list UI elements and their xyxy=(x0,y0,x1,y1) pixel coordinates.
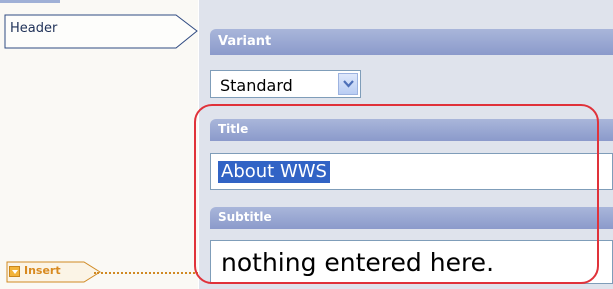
variant-section-header: Variant xyxy=(210,29,613,55)
insert-arrow-icon xyxy=(9,266,20,277)
title-section-header: Title xyxy=(210,119,613,141)
insert-button[interactable]: Insert xyxy=(6,261,106,283)
variant-selected-value: Standard xyxy=(220,76,293,95)
properties-pane: Variant Standard Title About WWS Subtitl… xyxy=(199,0,613,289)
subtitle-field[interactable]: nothing entered here. xyxy=(210,240,613,284)
title-section-label: Title xyxy=(218,122,249,136)
subtitle-field-value: nothing entered here. xyxy=(221,248,495,277)
subtitle-section-header: Subtitle xyxy=(210,207,613,229)
insert-label: Insert xyxy=(24,264,61,277)
subtitle-section-label: Subtitle xyxy=(218,210,272,224)
insert-connector-line xyxy=(94,272,198,274)
variant-dropdown-button[interactable] xyxy=(338,73,358,95)
pane-top-accent xyxy=(0,0,60,3)
variant-section-label: Variant xyxy=(218,34,272,49)
header-tab-label: Header xyxy=(10,21,58,36)
variant-select[interactable]: Standard xyxy=(210,70,361,98)
insert-row: Insert xyxy=(6,261,198,283)
component-tree-pane: Header Insert xyxy=(0,0,198,289)
header-component-tab[interactable]: Header xyxy=(4,14,199,49)
title-field[interactable]: About WWS xyxy=(210,153,613,190)
title-field-value: About WWS xyxy=(218,161,330,183)
chevron-down-icon xyxy=(343,80,354,88)
